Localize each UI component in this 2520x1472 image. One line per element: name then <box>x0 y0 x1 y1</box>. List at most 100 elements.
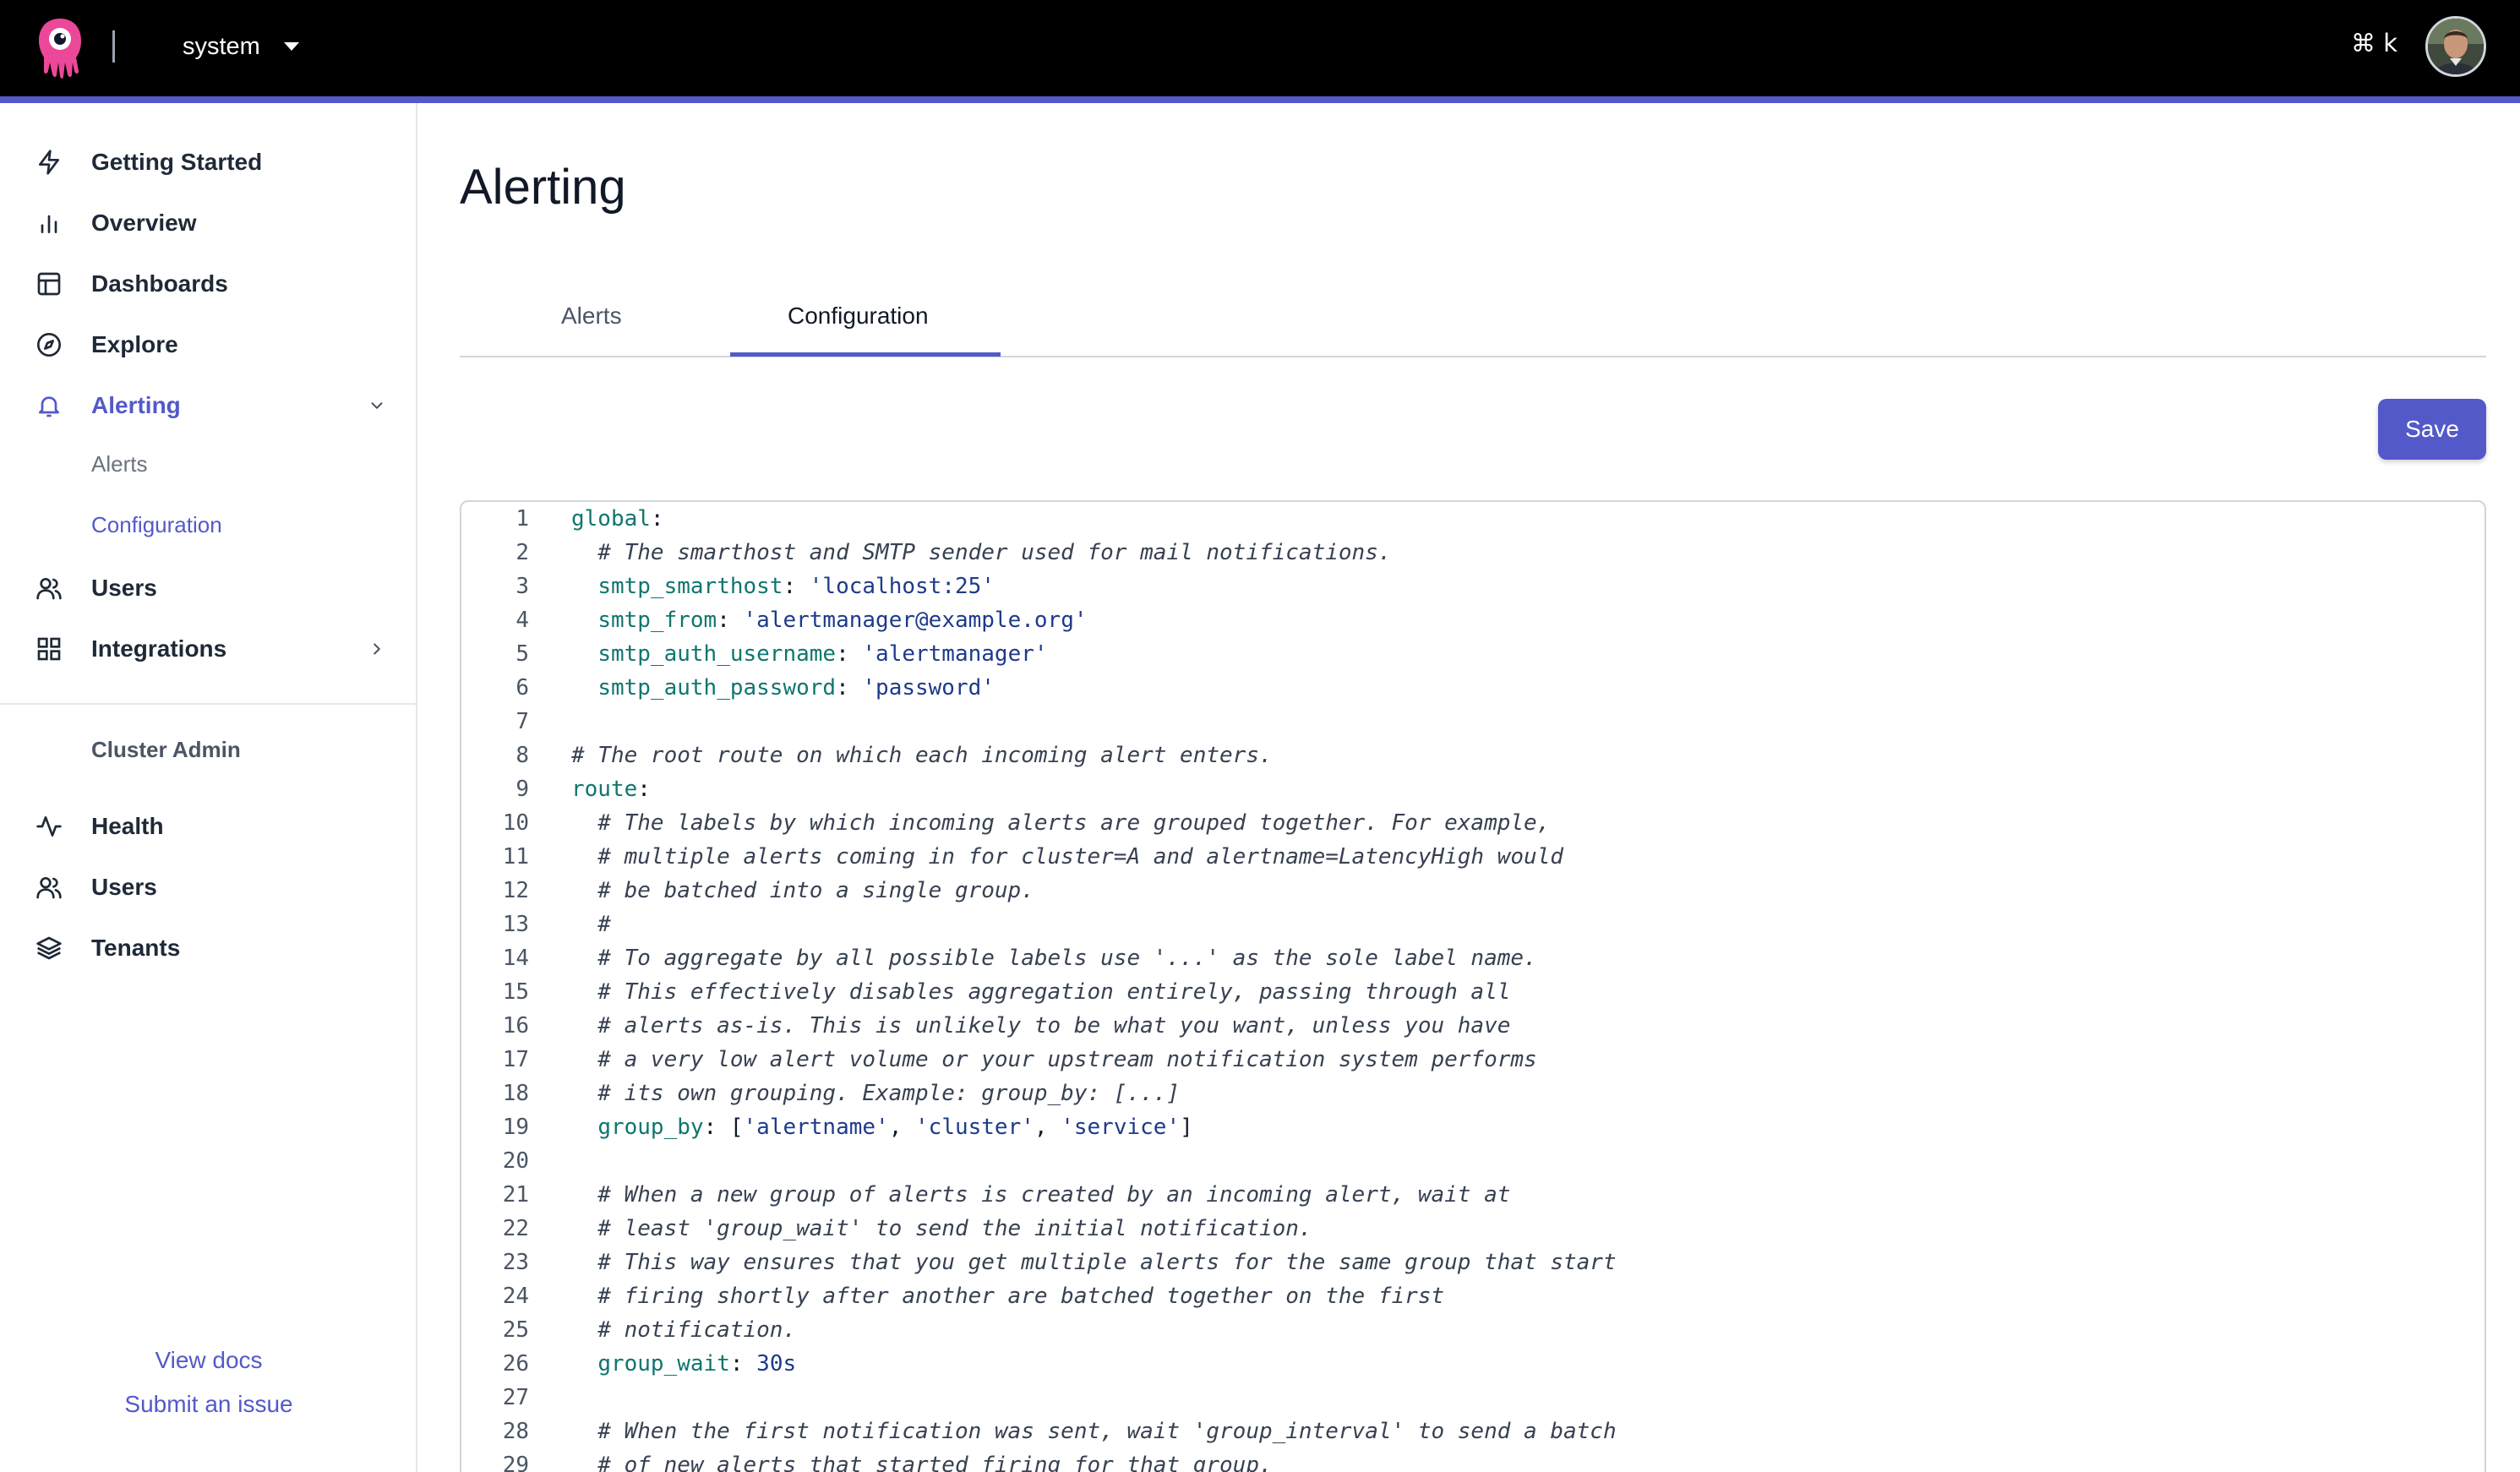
code-line: 16 # alerts as-is. This is unlikely to b… <box>461 1009 2485 1043</box>
sidebar-item-label: Getting Started <box>91 149 263 175</box>
line-number: 24 <box>502 1284 529 1309</box>
line-number: 19 <box>502 1115 529 1140</box>
code-line: 6 smtp_auth_password: 'password' <box>461 671 2485 705</box>
line-number: 7 <box>515 709 529 734</box>
grid-icon <box>34 634 64 664</box>
code-line: 9 route: <box>461 772 2485 806</box>
tab-configuration[interactable]: Configuration <box>788 303 929 330</box>
sidebar-item-label: Explore <box>91 331 178 357</box>
code-line: 1 global: <box>461 502 2485 536</box>
sidebar-item-label: Users <box>91 874 157 900</box>
code-text: smtp_auth_password: 'password' <box>597 675 995 701</box>
line-number: 20 <box>502 1148 529 1174</box>
line-number: 5 <box>515 641 529 667</box>
code-line: 29 # of new alerts that started firing f… <box>461 1448 2485 1472</box>
sidebar-subitem-alerts[interactable]: Alerts <box>91 451 147 477</box>
logo-divider <box>112 30 115 63</box>
sidebar-subitem-configuration[interactable]: Configuration <box>91 512 222 538</box>
code-text: # The labels by which incoming alerts ar… <box>571 810 1551 836</box>
line-number: 9 <box>515 777 529 802</box>
code-text: # This effectively disables aggregation … <box>571 979 1511 1005</box>
code-line: 26 group_wait: 30s <box>461 1347 2485 1381</box>
code-line: 27 <box>461 1381 2485 1415</box>
code-line: 12 # be batched into a single group. <box>461 874 2485 908</box>
code-line: 3 smtp_smarthost: 'localhost:25' <box>461 570 2485 603</box>
line-number: 23 <box>502 1250 529 1275</box>
code-text: # <box>571 912 611 937</box>
chevron-right-icon[interactable] <box>365 637 389 661</box>
line-number: 28 <box>502 1419 529 1444</box>
code-text: smtp_smarthost: 'localhost:25' <box>597 574 995 599</box>
code-line: 7 <box>461 705 2485 739</box>
command-palette-shortcut[interactable]: ⌘ k <box>2351 29 2397 57</box>
line-number: 13 <box>502 912 529 937</box>
code-line: 22 # least 'group_wait' to send the init… <box>461 1212 2485 1246</box>
sidebar-item-users[interactable]: Users <box>34 568 389 608</box>
code-line: 23 # This way ensures that you get multi… <box>461 1246 2485 1279</box>
sidebar-item-dashboards[interactable]: Dashboards <box>34 264 389 304</box>
submit-issue-link[interactable]: Submit an issue <box>0 1391 417 1418</box>
code-text: # When a new group of alerts is created … <box>571 1182 1511 1208</box>
line-number: 8 <box>515 743 529 768</box>
code-text: # its own grouping. Example: group_by: [… <box>571 1081 1181 1106</box>
line-number: 18 <box>502 1081 529 1106</box>
tab-alerts[interactable]: Alerts <box>561 303 622 330</box>
line-number: 2 <box>515 540 529 565</box>
sidebar-item-label: Health <box>91 813 164 839</box>
logo-icon[interactable] <box>35 15 85 79</box>
sidebar-item-integrations[interactable]: Integrations <box>34 629 389 669</box>
sidebar-item-explore[interactable]: Explore <box>34 324 389 365</box>
sidebar-item-label: Users <box>91 575 157 601</box>
sidebar-item-alerting[interactable]: Alerting <box>34 385 389 426</box>
code-line: 24 # firing shortly after another are ba… <box>461 1279 2485 1313</box>
line-number: 3 <box>515 574 529 599</box>
sidebar-item-label: Overview <box>91 210 197 236</box>
avatar[interactable] <box>2425 16 2486 77</box>
code-line: 14 # To aggregate by all possible labels… <box>461 941 2485 975</box>
top-bar: system ⌘ k <box>0 0 2520 96</box>
layout-icon <box>34 269 64 299</box>
line-number: 1 <box>515 506 529 532</box>
sidebar-item-label: Tenants <box>91 935 181 961</box>
sidebar-item-label: Dashboards <box>91 270 228 297</box>
save-button[interactable]: Save <box>2378 399 2486 460</box>
tenant-switcher[interactable]: system <box>183 29 299 64</box>
code-line: 2 # The smarthost and SMTP sender used f… <box>461 536 2485 570</box>
bolt-icon <box>34 147 64 177</box>
line-number: 16 <box>502 1013 529 1039</box>
code-line: 20 <box>461 1144 2485 1178</box>
sidebar-item-health[interactable]: Health <box>34 806 389 847</box>
sidebar-item-getting-started[interactable]: Getting Started <box>34 142 389 183</box>
line-number: 4 <box>515 608 529 633</box>
line-number: 21 <box>502 1182 529 1208</box>
bell-icon <box>34 390 64 421</box>
code-text: # of new alerts that started firing for … <box>571 1453 1273 1472</box>
sidebar-item-admin-users[interactable]: Users <box>34 867 389 908</box>
sidebar-item-label: Alerting <box>91 392 181 418</box>
line-number: 26 <box>502 1351 529 1377</box>
tenant-name: system <box>183 32 260 60</box>
yaml-code-editor[interactable]: 1 global: 2 # The smarthost and SMTP sende… <box>460 500 2486 1472</box>
code-text: group_wait: 30s <box>597 1351 797 1377</box>
code-line: 8 # The root route on which each incoming… <box>461 739 2485 772</box>
view-docs-link[interactable]: View docs <box>0 1347 417 1374</box>
code-text: # be batched into a single group. <box>571 878 1034 903</box>
page-title: Alerting <box>460 160 626 215</box>
bar-chart-icon <box>34 208 64 238</box>
code-text: # The root route on which each incoming … <box>571 743 1273 768</box>
code-line: 11 # multiple alerts coming in for clust… <box>461 840 2485 874</box>
sidebar-item-overview[interactable]: Overview <box>34 203 389 243</box>
code-text: # When the first notification was sent, … <box>571 1419 1617 1444</box>
code-line: 19 group_by: ['alertname', 'cluster', 's… <box>461 1110 2485 1144</box>
users-icon <box>34 573 64 603</box>
line-number: 6 <box>515 675 529 701</box>
compass-icon <box>34 330 64 360</box>
chevron-down-icon[interactable] <box>365 394 389 417</box>
sidebar-item-label: Integrations <box>91 635 227 662</box>
sidebar-item-tenants[interactable]: Tenants <box>34 928 389 968</box>
sidebar-divider <box>0 703 417 705</box>
code-text: # This way ensures that you get multiple… <box>571 1250 1617 1275</box>
cluster-admin-heading: Cluster Admin <box>91 737 241 762</box>
sidebar: Getting Started Overview Dashboards Expl… <box>0 103 417 1472</box>
line-number: 14 <box>502 946 529 971</box>
